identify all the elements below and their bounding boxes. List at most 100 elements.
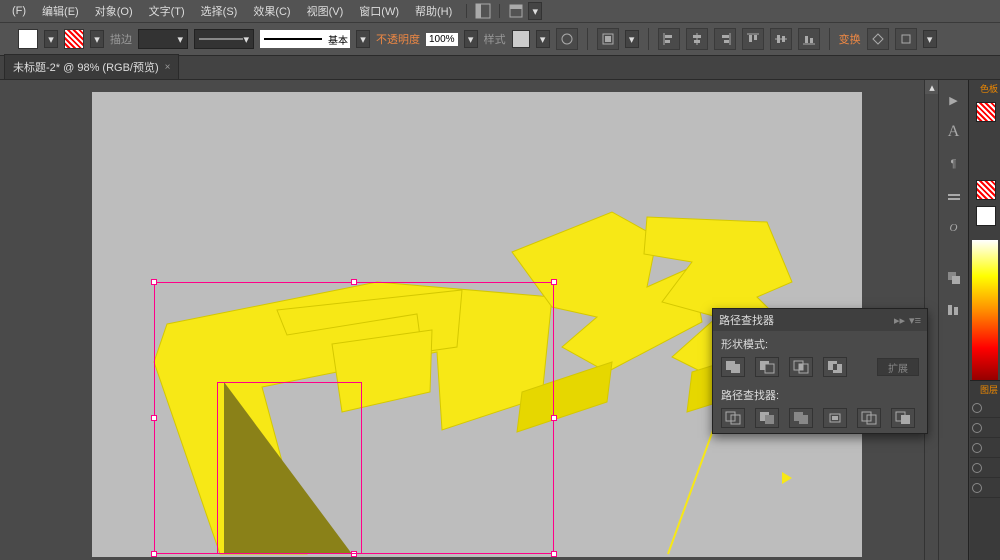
visibility-icon[interactable] (972, 443, 982, 453)
divider (648, 28, 649, 50)
menu-file[interactable]: (F) (6, 3, 32, 19)
opacity-label: 不透明度 (376, 31, 420, 47)
menu-help[interactable]: 帮助(H) (409, 1, 458, 21)
layer-row[interactable] (970, 418, 1000, 438)
stroke-weight[interactable]: ▾ (138, 29, 188, 49)
unite-icon[interactable] (721, 357, 745, 377)
tab-title: 未标题-2* @ 98% (RGB/预览) (13, 59, 159, 75)
document-tab[interactable]: 未标题-2* @ 98% (RGB/预览) × (4, 54, 179, 79)
menu-object[interactable]: 对象(O) (89, 1, 139, 21)
visibility-icon[interactable] (972, 423, 982, 433)
trim-icon[interactable] (755, 408, 779, 428)
paragraph-panel-icon[interactable]: ¶ (942, 152, 966, 176)
align-vcenter-icon[interactable] (770, 28, 792, 50)
arrange-icon[interactable] (508, 3, 524, 19)
divider (466, 4, 467, 18)
menu-window[interactable]: 窗口(W) (353, 1, 405, 21)
menu-effect[interactable]: 效果(C) (247, 1, 296, 21)
transform-icon[interactable] (867, 28, 889, 50)
opacity-value[interactable]: 100% (426, 33, 458, 46)
arrange-dropdown[interactable]: ▾ (528, 2, 542, 20)
transform-label: 变换 (839, 31, 861, 47)
align-selection-icon[interactable] (597, 28, 619, 50)
align-panel-icon[interactable] (942, 298, 966, 322)
visibility-icon[interactable] (972, 483, 982, 493)
panel-menu-icon[interactable]: ▾≡ (909, 314, 921, 327)
align-top-icon[interactable] (742, 28, 764, 50)
type-panel-icon[interactable]: A (942, 120, 966, 144)
minus-front-icon[interactable] (755, 357, 779, 377)
tab-close-icon[interactable]: × (165, 62, 171, 73)
glyphs-panel-icon[interactable]: O (942, 216, 966, 240)
exclude-icon[interactable] (823, 357, 847, 377)
layer-row[interactable] (970, 458, 1000, 478)
shape-modes-label: 形状模式: (721, 336, 919, 352)
opacity-dropdown[interactable]: ▾ (464, 30, 478, 48)
visibility-icon[interactable] (972, 463, 982, 473)
stroke-swatch[interactable] (64, 29, 84, 49)
pathfinders-label: 路径查找器: (721, 387, 919, 403)
merge-icon[interactable] (789, 408, 813, 428)
style-label: 样式 (484, 31, 506, 47)
stroke-proxy-icon[interactable] (976, 206, 996, 226)
align-dropdown[interactable]: ▾ (625, 30, 639, 48)
more-dropdown[interactable]: ▾ (923, 30, 937, 48)
selection-box-inner[interactable] (217, 382, 362, 554)
stroke-dropdown[interactable]: ▾ (90, 30, 104, 48)
menu-view[interactable]: 视图(V) (301, 1, 350, 21)
right-panels: 色板 图层 (968, 80, 1000, 560)
layer-row[interactable] (970, 398, 1000, 418)
play-icon[interactable]: ▶ (942, 88, 966, 112)
align-left-icon[interactable] (658, 28, 680, 50)
selection-handle[interactable] (151, 551, 157, 557)
options-bar: ▾ ▾ 描边 ▾ ▾ 基本 ▾ 不透明度 100% ▾ 样式 ▾ ▾ 变换 ▾ (0, 22, 1000, 56)
selection-handle[interactable] (551, 551, 557, 557)
transform-panel-icon[interactable] (942, 266, 966, 290)
panel-title: 路径查找器 (719, 312, 774, 328)
menu-bar: (F) 编辑(E) 对象(O) 文字(T) 选择(S) 效果(C) 视图(V) … (0, 0, 1000, 22)
menu-text[interactable]: 文字(T) (143, 1, 191, 21)
align-bottom-icon[interactable] (798, 28, 820, 50)
scroll-up-icon[interactable]: ▴ (925, 80, 939, 94)
selection-handle[interactable] (351, 279, 357, 285)
panel-header[interactable]: 路径查找器 ▸▸ ▾≡ (713, 309, 927, 331)
style-swatch[interactable] (512, 30, 530, 48)
fill-dropdown[interactable]: ▾ (44, 30, 58, 48)
visibility-icon[interactable] (972, 403, 982, 413)
style-dropdown[interactable]: ▾ (536, 30, 550, 48)
menu-edit[interactable]: 编辑(E) (36, 1, 85, 21)
stroke-profile[interactable]: ▾ (194, 29, 254, 49)
divider (829, 28, 830, 50)
align-hcenter-icon[interactable] (686, 28, 708, 50)
opentype-panel-icon[interactable] (942, 184, 966, 208)
selection-handle[interactable] (551, 415, 557, 421)
divider (499, 4, 500, 18)
layers-panel-tab[interactable]: 图层 (970, 381, 1000, 398)
layer-row[interactable] (970, 438, 1000, 458)
selection-handle[interactable] (551, 279, 557, 285)
outline-icon[interactable] (857, 408, 881, 428)
selection-handle[interactable] (151, 415, 157, 421)
align-right-icon[interactable] (714, 28, 736, 50)
fill-proxy-icon[interactable] (976, 180, 996, 200)
layer-row[interactable] (970, 478, 1000, 498)
selection-handle[interactable] (151, 279, 157, 285)
expand-button[interactable]: 扩展 (877, 358, 919, 376)
crop-icon[interactable] (823, 408, 847, 428)
work-area: ▴ ▶ A ¶ O 色板 图层 路径查找器 ▸▸ (0, 80, 1000, 560)
isolate-icon[interactable] (895, 28, 917, 50)
intersect-icon[interactable] (789, 357, 813, 377)
fill-swatch[interactable] (18, 29, 38, 49)
stroke-label: 描边 (110, 31, 132, 47)
color-swatch-icon[interactable] (976, 102, 996, 122)
color-panel-tab[interactable]: 色板 (980, 82, 998, 95)
divide-icon[interactable] (721, 408, 745, 428)
recolor-icon[interactable] (556, 28, 578, 50)
layout-icon[interactable] (475, 3, 491, 19)
collapse-icon[interactable]: ▸▸ (894, 314, 905, 327)
menu-select[interactable]: 选择(S) (195, 1, 244, 21)
brush-dropdown[interactable]: ▾ (356, 30, 370, 48)
brush-definition[interactable]: 基本 (260, 30, 350, 48)
minus-back-icon[interactable] (891, 408, 915, 428)
pathfinder-panel[interactable]: 路径查找器 ▸▸ ▾≡ 形状模式: 扩展 路径查找器: (712, 308, 928, 434)
